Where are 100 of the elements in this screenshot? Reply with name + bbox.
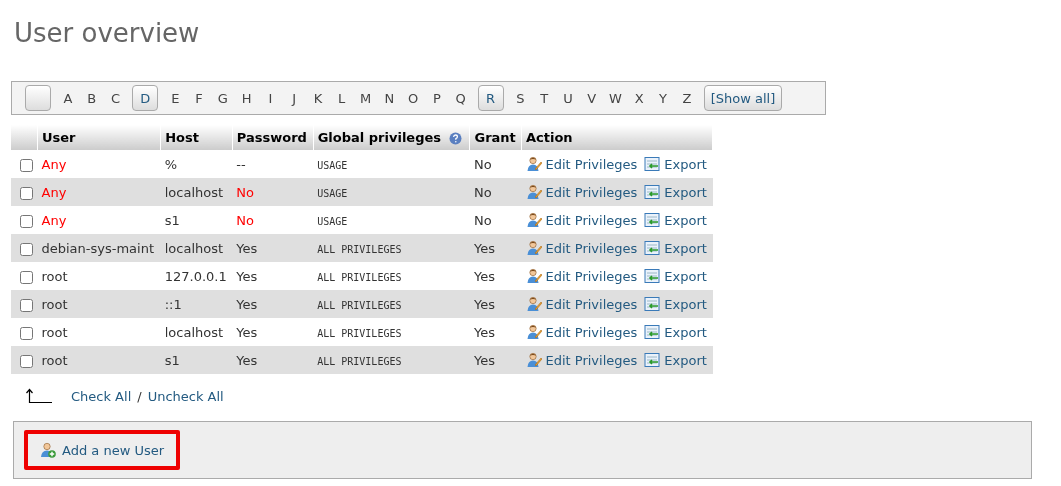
- row-checkbox[interactable]: [20, 186, 33, 200]
- column-header: Password: [232, 125, 314, 150]
- edit-privileges-link[interactable]: Edit Privileges: [525, 268, 638, 284]
- export-icon: [644, 156, 661, 172]
- check-all-link[interactable]: Check All: [71, 388, 132, 404]
- edit-privileges-link[interactable]: Edit Privileges: [525, 324, 638, 340]
- user-pencil-icon: [525, 184, 542, 200]
- table-cell: ALL PRIVILEGES: [317, 299, 402, 311]
- export-icon: [644, 184, 661, 200]
- table-cell: %: [160, 150, 233, 178]
- export-icon: [644, 212, 661, 228]
- row-checkbox[interactable]: [20, 270, 33, 284]
- export-link[interactable]: Export: [644, 156, 707, 172]
- letter-link[interactable]: S: [513, 90, 527, 106]
- export-link[interactable]: Export: [644, 268, 707, 284]
- table-cell: s1: [160, 206, 233, 234]
- letter-link[interactable]: J: [287, 90, 301, 106]
- uncheck-all-link[interactable]: Uncheck All: [147, 388, 224, 404]
- row-checkbox[interactable]: [20, 214, 33, 228]
- letter-link[interactable]: W: [609, 90, 622, 106]
- table-cell: Any: [37, 150, 161, 178]
- letter-link[interactable]: U: [561, 90, 575, 106]
- letter-link[interactable]: L: [335, 90, 349, 106]
- letter-link[interactable]: N: [382, 90, 396, 106]
- add-user-link[interactable]: Add a new User: [24, 430, 181, 470]
- letter-link[interactable]: B: [85, 90, 99, 106]
- column-header: Global privileges: [313, 125, 470, 150]
- edit-privileges-link[interactable]: Edit Privileges: [525, 352, 638, 368]
- letter-link[interactable]: C: [108, 90, 122, 106]
- table-cell: Yes: [470, 262, 522, 290]
- user-pencil-icon: [525, 296, 542, 312]
- letter-link[interactable]: G: [216, 90, 230, 106]
- export-icon: [644, 352, 661, 368]
- row-checkbox[interactable]: [20, 298, 33, 312]
- letter-link[interactable]: I: [263, 90, 277, 106]
- table-cell: Yes: [232, 290, 314, 318]
- letter-button[interactable]: R: [477, 85, 504, 111]
- column-header: User: [37, 125, 161, 150]
- letter-link[interactable]: E: [168, 90, 182, 106]
- table-cell: ALL PRIVILEGES: [317, 355, 402, 367]
- table-cell: localhost: [160, 178, 233, 206]
- table-cell: debian-sys-maint: [37, 234, 161, 262]
- letter-link[interactable]: Q: [454, 90, 468, 106]
- user-pencil-icon: [525, 156, 542, 172]
- edit-privileges-link[interactable]: Edit Privileges: [525, 240, 638, 256]
- table-cell: Yes: [232, 318, 314, 346]
- table-cell: Yes: [470, 290, 522, 318]
- column-header: Host: [160, 125, 233, 150]
- export-link[interactable]: Export: [644, 212, 707, 228]
- letter-link[interactable]: H: [240, 90, 254, 106]
- table-cell: Yes: [232, 346, 314, 374]
- export-link[interactable]: Export: [644, 324, 707, 340]
- export-link[interactable]: Export: [644, 240, 707, 256]
- letter-link[interactable]: A: [61, 90, 75, 106]
- column-header: Grant: [470, 125, 522, 150]
- export-link[interactable]: Export: [644, 296, 707, 312]
- table-cell: USAGE: [317, 187, 348, 199]
- blank-button[interactable]: [25, 85, 51, 111]
- page-title: User overview: [14, 17, 201, 50]
- letter-link[interactable]: Y: [656, 90, 670, 106]
- table-cell: No: [470, 150, 522, 178]
- edit-privileges-link[interactable]: Edit Privileges: [525, 184, 638, 200]
- letter-link[interactable]: F: [192, 90, 206, 106]
- table-cell: root: [37, 346, 161, 374]
- table-cell: No: [232, 206, 314, 234]
- export-icon: [644, 268, 661, 284]
- export-icon: [644, 240, 661, 256]
- letter-link[interactable]: O: [406, 90, 420, 106]
- help-icon[interactable]: [449, 132, 463, 145]
- user-pencil-icon: [525, 240, 542, 256]
- export-link[interactable]: Export: [644, 184, 707, 200]
- edit-privileges-link[interactable]: Edit Privileges: [525, 212, 638, 228]
- table-cell: 127.0.0.1: [160, 262, 233, 290]
- letter-button[interactable]: [Show all]: [703, 85, 783, 111]
- row-checkbox[interactable]: [20, 354, 33, 368]
- row-checkbox[interactable]: [20, 158, 33, 172]
- letter-button[interactable]: D: [132, 85, 159, 111]
- edit-privileges-link[interactable]: Edit Privileges: [525, 296, 638, 312]
- table-cell: Yes: [232, 262, 314, 290]
- user-pencil-icon: [525, 268, 542, 284]
- separator: /: [137, 388, 142, 404]
- letter-link[interactable]: X: [632, 90, 646, 106]
- edit-privileges-link[interactable]: Edit Privileges: [525, 156, 638, 172]
- letter-link[interactable]: K: [311, 90, 325, 106]
- add-user-icon: [40, 442, 56, 458]
- letter-link[interactable]: M: [359, 90, 372, 106]
- letter-link[interactable]: T: [537, 90, 551, 106]
- export-icon: [644, 324, 661, 340]
- export-link[interactable]: Export: [644, 352, 707, 368]
- letter-link[interactable]: V: [585, 90, 599, 106]
- table-cell: root: [37, 290, 161, 318]
- row-checkbox[interactable]: [20, 326, 33, 340]
- letter-link[interactable]: Z: [680, 90, 694, 106]
- table-cell: Any: [37, 178, 161, 206]
- table-cell: localhost: [160, 318, 233, 346]
- table-cell: USAGE: [317, 159, 348, 171]
- row-checkbox[interactable]: [20, 242, 33, 256]
- letter-link[interactable]: P: [430, 90, 444, 106]
- export-icon: [644, 296, 661, 312]
- table-cell: root: [37, 262, 161, 290]
